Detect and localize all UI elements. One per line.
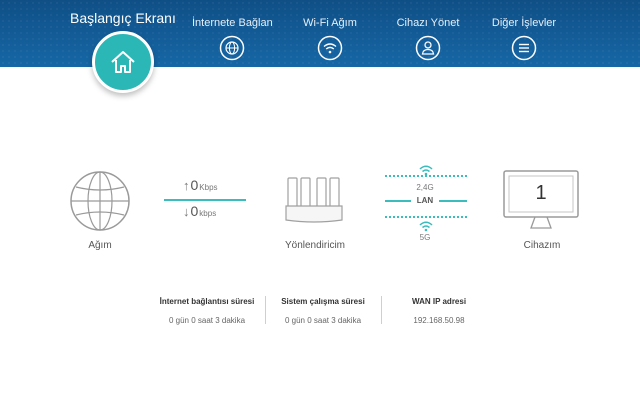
upload-value: 0 xyxy=(190,177,199,193)
tab-internet-connect[interactable]: İnternete Bağlan xyxy=(192,0,273,67)
upload-speed: ↑0Kbps xyxy=(183,177,218,193)
home-button[interactable] xyxy=(92,31,154,93)
wan-link-line xyxy=(164,199,246,201)
upload-unit: Kbps xyxy=(199,183,218,192)
tab-internet-connect-label: İnternete Bağlan xyxy=(192,17,273,29)
band-lan-label: LAN xyxy=(416,196,434,205)
band-5g-label: 5G xyxy=(419,233,431,242)
stat-internet-uptime-value: 0 gün 0 saat 3 dakika xyxy=(168,316,246,325)
network-globe-icon[interactable] xyxy=(69,170,131,232)
download-arrow-icon: ↓ xyxy=(183,204,190,219)
devices-label: Cihazım xyxy=(523,240,561,251)
devices-monitor[interactable]: 1 xyxy=(503,170,579,232)
stat-wan-ip-title: WAN IP adresi xyxy=(411,297,467,306)
device-count: 1 xyxy=(535,182,547,204)
tab-device-manage-label: Cihazı Yönet xyxy=(396,17,460,29)
stat-system-uptime-value: 0 gün 0 saat 3 dakika xyxy=(284,316,362,325)
router-dashboard: Başlangıç Ekranı İnternete Bağlan Wi-Fi … xyxy=(0,0,640,400)
stat-system-uptime: Sistem çalışma süresi 0 gün 0 saat 3 dak… xyxy=(266,297,380,325)
stat-wan-ip-value: 192.168.50.98 xyxy=(413,316,465,325)
tab-other-functions-label: Diğer İşlevler xyxy=(491,17,557,29)
download-value: 0 xyxy=(190,203,199,219)
menu-icon xyxy=(511,35,537,61)
upload-arrow-icon: ↑ xyxy=(183,178,190,193)
router-icon[interactable] xyxy=(284,176,344,226)
wifi-icon xyxy=(317,35,343,61)
download-unit: kbps xyxy=(199,209,217,218)
tab-device-manage[interactable]: Cihazı Yönet xyxy=(388,0,468,67)
lan-link-right xyxy=(439,200,467,202)
wifi-24g-link xyxy=(385,175,467,177)
wifi-5g-icon xyxy=(419,221,433,232)
wifi-5g-link xyxy=(385,216,467,218)
lan-link-left xyxy=(385,200,411,202)
network-label: Ağım xyxy=(88,240,112,251)
stat-internet-uptime-title: İnternet bağlantısı süresi xyxy=(159,297,255,306)
user-icon xyxy=(415,35,441,61)
download-speed: ↓0kbps xyxy=(183,203,216,219)
stat-system-uptime-title: Sistem çalışma süresi xyxy=(281,297,365,306)
stat-internet-uptime: İnternet bağlantısı süresi 0 gün 0 saat … xyxy=(150,297,264,325)
band-24g-label: 2,4G xyxy=(416,183,434,192)
home-icon xyxy=(111,51,135,73)
tab-wifi-network[interactable]: Wi-Fi Ağım xyxy=(290,0,370,67)
router-label: Yönlendiricim xyxy=(284,240,346,251)
home-tab-label[interactable]: Başlangıç Ekranı xyxy=(70,10,176,26)
globe-icon xyxy=(219,35,245,61)
tab-other-functions[interactable]: Diğer İşlevler xyxy=(484,0,564,67)
tab-wifi-network-label: Wi-Fi Ağım xyxy=(303,17,357,29)
stat-wan-ip: WAN IP adresi 192.168.50.98 xyxy=(382,297,496,325)
